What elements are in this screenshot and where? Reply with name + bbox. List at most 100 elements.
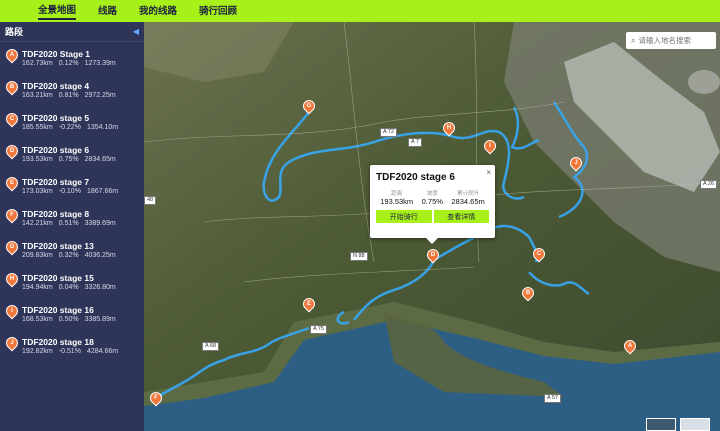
start-ride-button[interactable]: 开始骑行 (376, 210, 432, 223)
route-stats: 194.94km 0.04% 3326.80m (22, 283, 144, 291)
road-label: A 75 (310, 325, 328, 334)
route-grade: 0.51% (58, 220, 79, 227)
route-grade: 0.81% (58, 92, 79, 99)
nav-ride-review[interactable]: 骑行回顾 (199, 3, 237, 19)
route-distance: 209.83km (22, 252, 53, 259)
route-name: TDF2020 stage 16 (22, 305, 94, 315)
route-name: TDF2020 stage 18 (22, 337, 94, 347)
nav-my-routes[interactable]: 我的线路 (139, 3, 177, 19)
route-item[interactable]: H TDF2020 stage 15 194.94km 0.04% 3326.80m (0, 269, 144, 301)
map-pin-icon: E (3, 174, 21, 192)
route-item[interactable]: B TDF2020 stage 4 163.21km 0.81% 2972.25m (0, 77, 144, 109)
route-elevation: 1867.66m (86, 188, 119, 195)
stat-elevation: 累计爬升 2834.65m (451, 189, 484, 206)
route-stats: 142.21km 0.51% 3389.69m (22, 219, 144, 227)
route-item[interactable]: D TDF2020 stage 6 193.53km 0.75% 2834.65m (0, 141, 144, 173)
route-name: TDF2020 stage 6 (22, 145, 90, 155)
map-pin-icon: I (3, 302, 21, 320)
map-pin-icon: D (3, 142, 21, 160)
route-grade: -0.51% (58, 348, 81, 355)
route-grade: 0.12% (58, 60, 79, 67)
route-elevation: 1273.39m (84, 60, 116, 67)
route-name: TDF2020 stage 5 (22, 113, 90, 123)
chevron-left-icon[interactable]: ◀ (133, 27, 139, 36)
road-label: N 88 (350, 252, 368, 261)
route-distance: 173.03km (22, 188, 53, 195)
map-pin-icon: C (3, 110, 21, 128)
route-item[interactable]: E TDF2020 stage 7 173.03km -0.10% 1867.66m (0, 173, 144, 205)
route-elevation: 2834.65m (84, 156, 116, 163)
road-label: A 68 (202, 342, 220, 351)
route-distance: 162.73km (22, 60, 53, 67)
route-stats: 173.03km -0.10% 1867.66m (22, 187, 144, 195)
route-distance: 194.94km (22, 284, 53, 291)
road-label: 48 (144, 196, 157, 205)
main-nav: 全景地图 线路 我的线路 骑行回顾 (38, 0, 237, 22)
map-pin-icon: H (3, 270, 21, 288)
route-stats: 209.83km 0.32% 4036.25m (22, 251, 144, 259)
route-elevation: 1354.10m (86, 124, 119, 131)
sidebar-title: 路段 (5, 27, 24, 37)
view-details-button[interactable]: 查看详情 (433, 210, 489, 223)
route-elevation: 3389.69m (84, 220, 116, 227)
route-name: TDF2020 stage 7 (22, 177, 90, 187)
nav-routes[interactable]: 线路 (98, 3, 117, 19)
road-label: A 26 (700, 180, 718, 189)
route-item[interactable]: J TDF2020 stage 18 192.82km -0.51% 4284.66… (0, 333, 144, 365)
satellite-map[interactable]: ⌕ A 72 A 75 A 68 A 57 N 88 A 26 A 7 48 A… (144, 22, 720, 431)
route-name: TDF2020 stage 8 (22, 209, 90, 219)
route-stats: 192.82km -0.51% 4284.66m (22, 347, 144, 355)
route-grade: -0.10% (58, 188, 81, 195)
route-distance: 193.53km (22, 156, 53, 163)
route-grade: 0.75% (58, 156, 79, 163)
map-pin-icon: G (3, 238, 21, 256)
route-stats: 163.21km 0.81% 2972.25m (22, 91, 144, 99)
route-elevation: 4036.25m (84, 252, 116, 259)
stat-distance: 距离 193.53km (380, 189, 413, 206)
route-sidebar: 路段 ◀ A TDF2020 Stage 1 162.73km 0.12% 1273… (0, 22, 144, 431)
route-name: TDF2020 stage 15 (22, 273, 94, 283)
route-name: TDF2020 stage 4 (22, 81, 90, 91)
top-nav-bar: 全景地图 线路 我的线路 骑行回顾 (0, 0, 720, 22)
route-distance: 163.21km (22, 92, 53, 99)
street-layer-thumb[interactable] (680, 418, 710, 431)
popup-title: TDF2020 stage 6 (376, 172, 455, 183)
route-grade: 0.50% (58, 316, 79, 323)
route-stats: 162.73km 0.12% 1273.39m (22, 59, 144, 67)
search-input[interactable] (638, 36, 713, 45)
route-elevation: 3385.89m (84, 316, 116, 323)
route-name: TDF2020 Stage 1 (22, 49, 91, 59)
map-pin-icon: F (3, 206, 21, 224)
route-distance: 192.82km (22, 348, 53, 355)
route-item[interactable]: G TDF2020 stage 13 209.83km 0.32% 4036.25m (0, 237, 144, 269)
nav-panorama-map[interactable]: 全景地图 (38, 2, 77, 20)
route-distance: 142.21km (22, 220, 53, 227)
route-distance: 185.55km (22, 124, 53, 131)
road-label: A 7 (408, 138, 422, 147)
stat-value: 193.53km (380, 197, 414, 206)
search-icon: ⌕ (631, 35, 636, 45)
route-info-popup: × TDF2020 stage 6 距离 193.53km 坡度 0.75% 累… (370, 165, 495, 244)
stat-value: 2834.65m (451, 197, 485, 206)
route-stats: 185.55km -0.22% 1354.10m (22, 123, 144, 131)
close-icon[interactable]: × (486, 168, 491, 177)
popup-stats: 距离 193.53km 坡度 0.75% 累计爬升 2834.65m (376, 189, 489, 206)
route-item[interactable]: A TDF2020 Stage 1 162.73km 0.12% 1273.39m (0, 45, 144, 77)
road-label: A 57 (544, 394, 562, 403)
satellite-layer-thumb[interactable] (646, 418, 676, 431)
route-distance: 168.53km (22, 316, 53, 323)
route-stats: 193.53km 0.75% 2834.65m (22, 155, 144, 163)
route-grade: 0.04% (58, 284, 79, 291)
route-grade: 0.32% (58, 252, 79, 259)
stat-label: 距离 (391, 191, 403, 197)
route-item[interactable]: C TDF2020 stage 5 185.55km -0.22% 1354.10m (0, 109, 144, 141)
stat-value: 0.75% (421, 197, 443, 206)
sidebar-header: 路段 ◀ (0, 22, 144, 42)
route-item[interactable]: F TDF2020 stage 8 142.21km 0.51% 3389.69m (0, 205, 144, 237)
map-pin-icon: J (3, 334, 21, 352)
search-box: ⌕ (626, 32, 716, 49)
route-list: A TDF2020 Stage 1 162.73km 0.12% 1273.39m … (0, 42, 144, 365)
route-name: TDF2020 stage 13 (22, 241, 94, 251)
stat-label: 坡度 (426, 191, 438, 197)
route-item[interactable]: I TDF2020 stage 16 168.53km 0.50% 3385.89m (0, 301, 144, 333)
